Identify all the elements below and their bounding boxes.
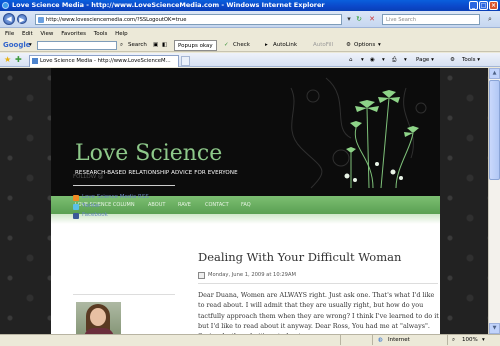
print-dropdown-icon[interactable]: ▾ xyxy=(404,53,407,67)
menu-favorites[interactable]: Favorites xyxy=(61,29,86,39)
scroll-down-button[interactable]: ▼ xyxy=(489,323,500,334)
feeds-dropdown-icon[interactable]: ▾ xyxy=(382,53,385,67)
status-zone: Internet xyxy=(388,337,410,343)
live-search-input[interactable]: Live Search xyxy=(382,14,480,25)
refresh-icon[interactable]: ↻ xyxy=(354,14,364,25)
author-photo xyxy=(76,302,121,334)
twitter-icon xyxy=(73,204,79,210)
zoom-level[interactable]: 100% xyxy=(462,335,478,346)
toolbar-icon-b[interactable]: ◧ xyxy=(162,39,167,52)
tab-page-icon xyxy=(32,58,38,64)
post-divider xyxy=(198,283,438,284)
check-icon: ✓ xyxy=(224,42,229,48)
facebook-link[interactable]: Facebook xyxy=(73,211,175,220)
google-search-icon: ⌕ xyxy=(120,42,124,48)
status-bar: ◍ Internet ⌕ 100% ▾ xyxy=(0,334,500,346)
check-button[interactable]: Check xyxy=(233,39,250,52)
favorites-star-icon[interactable]: ★ xyxy=(4,53,11,67)
tab-label: Love Science Media - http://www.LoveScie… xyxy=(40,58,171,64)
stop-icon[interactable]: ✕ xyxy=(367,14,377,25)
web-content: Love Science RESEARCH-BASED RELATIONSHIP… xyxy=(0,68,488,334)
menu-view[interactable]: View xyxy=(40,29,53,39)
menu-edit[interactable]: Edit xyxy=(22,29,33,39)
home-dropdown-icon[interactable]: ▾ xyxy=(361,53,364,67)
print-icon[interactable]: ⎙ xyxy=(392,53,396,67)
page-icon xyxy=(38,17,44,23)
feeds-icon[interactable]: ◉ xyxy=(370,53,375,67)
title-bar: Love Science Media - http://www.LoveScie… xyxy=(0,0,500,11)
add-favorites-icon[interactable]: ✚ xyxy=(15,53,22,67)
google-search-button[interactable]: Search xyxy=(128,39,147,52)
menu-file[interactable]: File xyxy=(5,29,14,39)
tab-love-science-media[interactable]: Love Science Media - http://www.LoveScie… xyxy=(29,55,179,67)
page-menu-button[interactable]: Page ▾ xyxy=(416,53,434,67)
site-body: FOLLOW @ Love Science Media RSS Twitter … xyxy=(51,68,440,334)
options-dropdown-icon[interactable]: ▾ xyxy=(378,39,381,52)
post-title[interactable]: Dealing With Your Difficult Woman xyxy=(198,250,401,264)
search-placeholder: Live Search xyxy=(386,17,417,23)
scroll-thumb[interactable] xyxy=(489,80,500,180)
google-toolbar: Google ▾ ⌕ Search ▣ ◧ Popups okay ✓ Chec… xyxy=(0,39,500,52)
address-input[interactable]: http://www.lovesciencemedia.com/?SSLogou… xyxy=(35,14,342,25)
address-dropdown-icon[interactable]: ▾ xyxy=(344,14,354,25)
tools-menu-button[interactable]: Tools ▾ xyxy=(462,53,480,67)
zoom-icon: ⌕ xyxy=(452,337,456,343)
popups-okay-button[interactable]: Popups okay xyxy=(174,40,217,51)
post-date: Monday, June 1, 2009 at 10:29AM xyxy=(198,272,296,279)
rss-link[interactable]: Love Science Media RSS xyxy=(73,193,175,202)
maximize-button[interactable]: □ xyxy=(479,1,488,10)
toolbar-icon-a[interactable]: ▣ xyxy=(153,39,158,52)
autolink-icon: ▸ xyxy=(265,42,268,48)
google-search-input[interactable] xyxy=(37,41,117,50)
globe-icon: ◍ xyxy=(378,337,383,343)
menu-help[interactable]: Help xyxy=(115,29,128,39)
address-url: http://www.lovesciencemedia.com/?SSLogou… xyxy=(46,17,187,23)
window-title: Love Science Media - http://www.LoveScie… xyxy=(12,1,325,9)
post-body: Dear Duana, Women are ALWAYS right. Just… xyxy=(198,291,439,334)
google-logo: Google xyxy=(3,41,31,49)
options-icon: ⚙ xyxy=(346,42,351,48)
twitter-link[interactable]: Twitter xyxy=(73,202,175,211)
address-toolbar: ◀ ▶ http://www.lovesciencemedia.com/?SSL… xyxy=(0,11,500,28)
options-button[interactable]: Options xyxy=(354,39,375,52)
back-button[interactable]: ◀ xyxy=(3,13,15,25)
browser-window: Love Science Media - http://www.LoveScie… xyxy=(0,0,500,346)
minimize-button[interactable]: _ xyxy=(469,1,478,10)
menu-bar: File Edit View Favorites Tools Help xyxy=(0,29,500,39)
sidebar-bottom-divider xyxy=(73,294,175,295)
sidebar: FOLLOW @ Love Science Media RSS Twitter … xyxy=(73,174,175,220)
facebook-icon xyxy=(73,213,79,219)
menu-tools[interactable]: Tools xyxy=(94,29,108,39)
close-button[interactable]: × xyxy=(489,1,498,10)
new-tab-button[interactable] xyxy=(181,56,190,66)
search-icon[interactable]: ⌕ xyxy=(485,14,495,25)
autolink-button[interactable]: AutoLink xyxy=(273,39,297,52)
ie-app-icon xyxy=(2,2,9,9)
calendar-icon xyxy=(198,272,205,279)
google-logo-dropdown-icon[interactable]: ▾ xyxy=(29,39,32,52)
tab-bar: ★ ✚ Love Science Media - http://www.Love… xyxy=(0,53,500,67)
zoom-dropdown-icon[interactable]: ▾ xyxy=(482,335,485,346)
home-icon[interactable]: ⌂ xyxy=(349,53,353,67)
autofill-button[interactable]: AutoFill xyxy=(313,39,333,52)
vertical-scrollbar[interactable]: ▲ ▼ xyxy=(488,68,500,334)
follow-heading: FOLLOW @ xyxy=(73,174,104,180)
safety-icon[interactable]: ⚙ xyxy=(450,53,455,67)
scroll-up-button[interactable]: ▲ xyxy=(489,68,500,79)
sidebar-divider xyxy=(73,185,175,186)
forward-button[interactable]: ▶ xyxy=(17,14,27,24)
rss-icon xyxy=(73,195,79,201)
window-controls: _ □ × xyxy=(469,1,498,10)
